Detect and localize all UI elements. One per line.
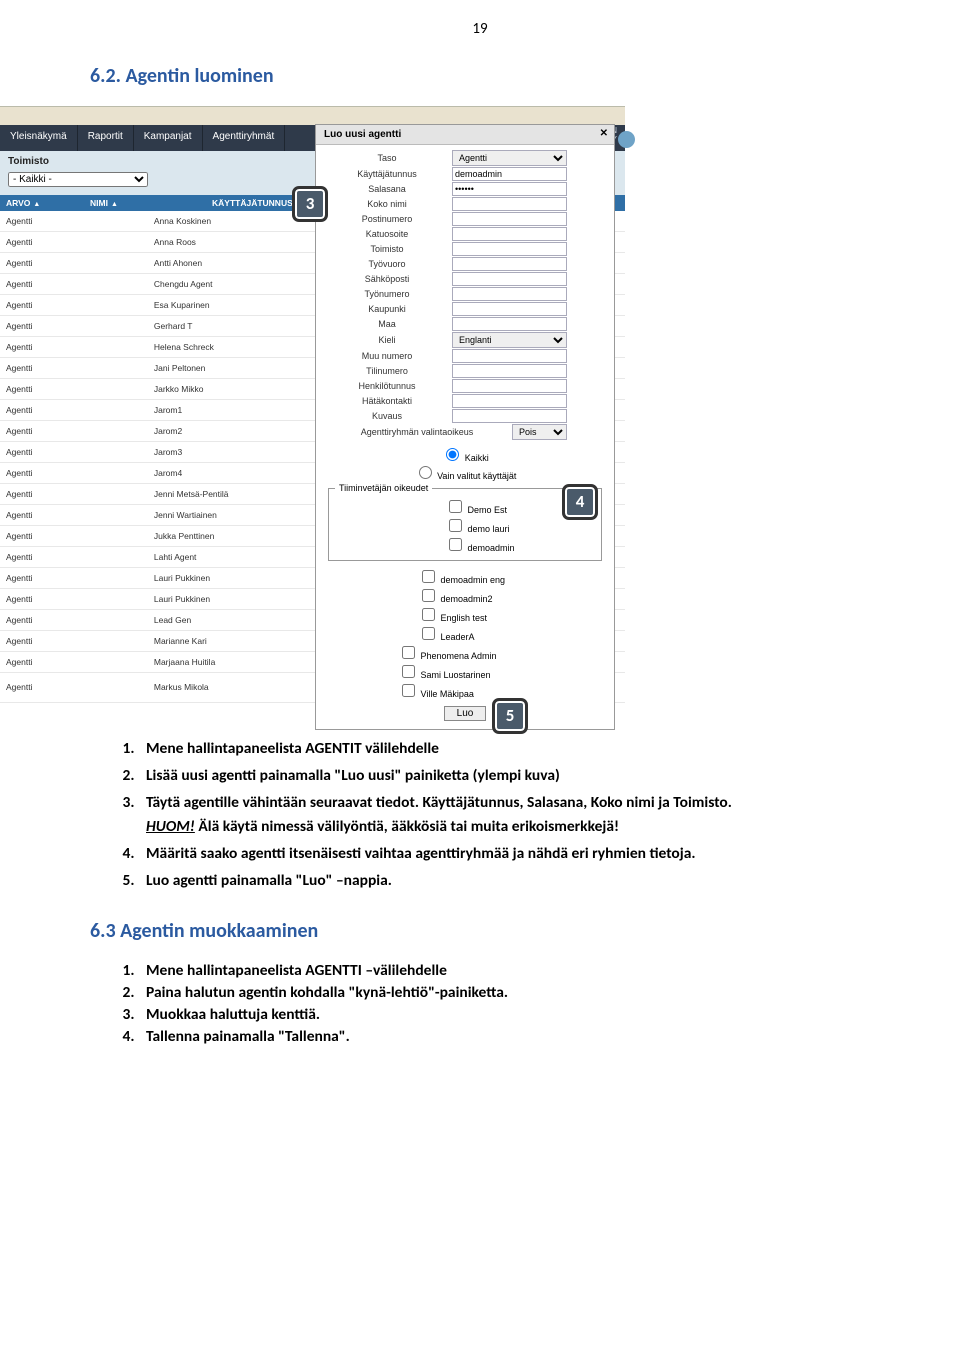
input-addr[interactable] [452, 227, 567, 241]
step-2: Lisää uusi agentti painamalla "Luo uusi"… [138, 764, 870, 788]
nav-tab-overview[interactable]: Yleisnäkymä [0, 125, 78, 151]
lbl-emerg: Hätäkontakti [322, 396, 452, 406]
input-shift[interactable] [452, 257, 567, 271]
radio-all[interactable]: Kaikki [441, 453, 489, 463]
radio-only[interactable]: Vain valitut käyttäjät [414, 471, 517, 481]
lbl-shift: Työvuoro [322, 259, 452, 269]
screenshot: Yleisnäkymä Raportit Kampanjat Agenttiry… [0, 106, 625, 703]
office-filter-select[interactable]: - Kaikki - [8, 172, 148, 187]
step63-4: Tallenna painamalla "Tallenna". [138, 1027, 870, 1046]
create-agent-modal: Luo uusi agentti ✕ Taso Agentti Käyttäjä… [315, 124, 615, 730]
nav-tab-campaigns[interactable]: Kampanjat [134, 125, 203, 151]
input-country[interactable] [452, 317, 567, 331]
input-city[interactable] [452, 302, 567, 316]
modal-title: Luo uusi agentti [324, 129, 401, 140]
checkbox-item[interactable]: demoadmin2 [418, 586, 493, 605]
step-4: Määritä saako agentti itsenäisesti vaiht… [138, 842, 870, 866]
legend-rights: Tiiminvetäjän oikeudet [335, 483, 432, 493]
input-emerg[interactable] [452, 394, 567, 408]
lbl-user: Käyttäjätunnus [322, 169, 452, 179]
step63-2: Paina halutun agentin kohdalla "kynä-leh… [138, 983, 870, 1002]
lbl-ssn: Henkilötunnus [322, 381, 452, 391]
lbl-pass: Salasana [322, 184, 452, 194]
input-email[interactable] [452, 272, 567, 286]
select-grpsel[interactable]: Pois [512, 424, 567, 440]
create-button[interactable]: Luo [444, 706, 487, 721]
checkbox-item[interactable]: Demo Est [445, 497, 507, 516]
lbl-worknum: Työnumero [322, 289, 452, 299]
step-5: Luo agentti painamalla "Luo" –nappia. [138, 869, 870, 893]
checkbox-item[interactable]: Phenomena Admin [398, 643, 608, 662]
heading-6-3: 6.3 Agentin muokkaaminen [90, 919, 870, 943]
nav-tab-agentgroups[interactable]: Agenttiryhmät [203, 125, 286, 151]
page-number: 19 [90, 20, 870, 38]
user-badge-icon[interactable] [618, 131, 635, 148]
step-marker-3: 3 [292, 186, 328, 222]
lbl-addr: Katuosoite [322, 229, 452, 239]
lbl-other: Muu numero [322, 351, 452, 361]
checkbox-item[interactable]: English test [418, 605, 487, 624]
step-3: Täytä agentille vähintään seuraavat tied… [138, 791, 870, 839]
lbl-city: Kaupunki [322, 304, 452, 314]
input-pass[interactable] [452, 182, 567, 196]
lbl-name: Koko nimi [322, 199, 452, 209]
checkbox-item[interactable]: demoadmin eng [418, 567, 505, 586]
lbl-office: Toimisto [322, 244, 452, 254]
lbl-country: Maa [322, 319, 452, 329]
nav-tab-reports[interactable]: Raportit [78, 125, 134, 151]
modal-title-bar: Luo uusi agentti ✕ [316, 125, 614, 145]
checkbox-item[interactable]: demo lauri [445, 516, 510, 535]
col-user[interactable]: KÄYTTÄJÄTUNNUS [206, 196, 298, 210]
steps-62: Mene hallintapaneelista AGENTIT välilehd… [90, 737, 870, 893]
checkbox-item[interactable]: Sami Luostarinen [398, 662, 608, 681]
select-lang[interactable]: Englanti [452, 332, 567, 348]
checkbox-item[interactable]: demoadmin [445, 535, 515, 554]
input-worknum[interactable] [452, 287, 567, 301]
huom-label: HUOM! [146, 817, 195, 836]
input-user[interactable] [452, 167, 567, 181]
input-other[interactable] [452, 349, 567, 363]
input-desc[interactable] [452, 409, 567, 423]
step-marker-5: 5 [492, 698, 528, 734]
input-zip[interactable] [452, 212, 567, 226]
lbl-taso: Taso [322, 153, 452, 163]
input-name[interactable] [452, 197, 567, 211]
step63-1: Mene hallintapaneelista AGENTTI –välileh… [138, 961, 870, 980]
lbl-lang: Kieli [322, 335, 452, 345]
steps-63: Mene hallintapaneelista AGENTTI –välileh… [90, 961, 870, 1046]
step63-3: Muokkaa haluttuja kenttiä. [138, 1005, 870, 1024]
step-1: Mene hallintapaneelista AGENTIT välilehd… [138, 737, 870, 761]
col-nimi[interactable]: NIMI [84, 196, 206, 210]
heading-6-2: 6.2. Agentin luominen [90, 64, 870, 88]
lbl-email: Sähköposti [322, 274, 452, 284]
lbl-zip: Postinumero [322, 214, 452, 224]
lbl-acct: Tilinumero [322, 366, 452, 376]
input-office[interactable] [452, 242, 567, 256]
radio-group-scope: Kaikki Vain valitut käyttäjät [322, 441, 608, 483]
fieldset-rights: Tiiminvetäjän oikeudet Demo Est demo lau… [328, 483, 602, 561]
lbl-grpsel: Agenttiryhmän valintaoikeus [322, 427, 512, 437]
col-arvo[interactable]: ARVO [0, 196, 84, 210]
input-acct[interactable] [452, 364, 567, 378]
close-icon[interactable]: ✕ [600, 128, 608, 139]
lbl-desc: Kuvaus [322, 411, 452, 421]
checkbox-item[interactable]: LeaderA [418, 624, 475, 643]
step-marker-4: 4 [562, 484, 598, 520]
input-ssn[interactable] [452, 379, 567, 393]
select-taso[interactable]: Agentti [452, 150, 567, 166]
